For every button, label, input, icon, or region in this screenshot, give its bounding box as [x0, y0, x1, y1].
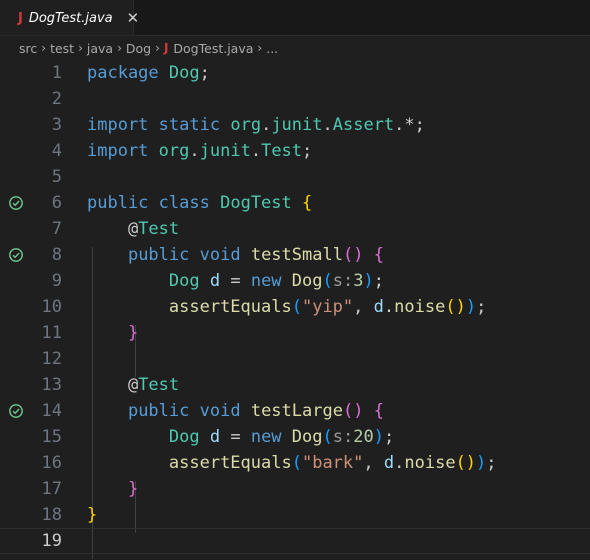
code-editor[interactable]: 1 package Dog; 2 3 import static org.junit.A… [0, 60, 590, 560]
code-text: } [127, 323, 139, 343]
line-number: 13 [41, 375, 62, 395]
code-text: import static org.junit.Assert.*; [87, 115, 425, 135]
line-number: 17 [41, 479, 62, 499]
code-line[interactable]: 2 [0, 86, 590, 112]
code-text: public void testSmall() { [127, 245, 384, 265]
chevron-right-icon: › [78, 41, 83, 55]
line-number: 5 [51, 167, 62, 187]
breadcrumb-item-test[interactable]: test [50, 41, 74, 56]
line-number: 15 [41, 427, 62, 447]
line-number: 9 [51, 271, 62, 291]
code-line[interactable]: 10 assertEquals("yip", d.noise()); [0, 294, 590, 320]
code-text: Dog d = new Dog(s:3); [168, 271, 384, 291]
code-text: assertEquals("yip", d.noise()); [168, 297, 487, 317]
line-number: 14 [41, 401, 62, 421]
code-line[interactable]: 15 Dog d = new Dog(s:20); [0, 424, 590, 450]
code-line[interactable]: 7 @Test [0, 216, 590, 242]
tab-label: DogTest.java [28, 10, 113, 26]
code-line[interactable]: 17 } [0, 476, 590, 502]
tab-bar: J DogTest.java ✕ [0, 0, 590, 36]
code-line[interactable]: 6 public class DogTest { [0, 190, 590, 216]
line-number: 12 [41, 349, 62, 369]
line-number: 6 [51, 193, 62, 213]
breadcrumb-item-src[interactable]: src [19, 41, 37, 56]
code-line[interactable]: 14 public void testLarge() { [0, 398, 590, 424]
chevron-right-icon: › [257, 41, 263, 55]
breadcrumb-item-file[interactable]: DogTest.java [173, 41, 253, 56]
code-text: @Test [87, 219, 180, 239]
breadcrumb-item-dog[interactable]: Dog [126, 41, 151, 56]
chevron-right-icon: › [41, 41, 47, 55]
code-text: import org.junit.Test; [87, 141, 313, 161]
code-line[interactable]: 8 public void testSmall() { [0, 242, 590, 268]
code-line[interactable]: 9 Dog d = new Dog(s:3); [0, 268, 590, 294]
code-line[interactable]: 3 import static org.junit.Assert.*; [0, 112, 590, 138]
check-circle-icon[interactable] [8, 403, 24, 419]
code-text: } [127, 479, 139, 499]
code-line[interactable]: 11 } [0, 320, 590, 346]
close-icon[interactable]: ✕ [127, 10, 140, 26]
line-number: 1 [51, 63, 62, 83]
line-number: 16 [41, 453, 62, 473]
line-number: 8 [51, 245, 62, 265]
code-line[interactable]: 5 [0, 164, 590, 190]
code-line[interactable]: 19 [0, 528, 590, 554]
check-circle-icon[interactable] [8, 247, 24, 263]
code-line[interactable]: 13 @Test [0, 372, 590, 398]
code-text: @Test [87, 375, 180, 395]
java-file-icon: J [18, 10, 23, 26]
line-number: 18 [41, 505, 62, 525]
line-number: 4 [51, 141, 62, 161]
code-text: assertEquals("bark", d.noise()); [168, 453, 497, 473]
breadcrumb-more[interactable]: ... [266, 41, 278, 56]
java-file-icon: J [163, 41, 169, 55]
code-line[interactable]: 18} [0, 502, 590, 528]
code-line[interactable]: 1 package Dog; [0, 60, 590, 86]
breadcrumb-item-java[interactable]: java [87, 41, 113, 56]
code-line[interactable]: 4 import org.junit.Test; [0, 138, 590, 164]
tab-dogtest-java[interactable]: J DogTest.java ✕ [0, 0, 139, 35]
code-text: } [87, 505, 98, 525]
code-text: Dog d = new Dog(s:20); [168, 427, 395, 447]
line-number: 10 [41, 297, 62, 317]
line-number: 2 [51, 89, 62, 109]
line-number: 3 [51, 115, 62, 135]
breadcrumb: src › test › java › Dog › J DogTest.java… [0, 36, 590, 60]
line-number: 11 [41, 323, 62, 343]
line-number: 19 [41, 531, 62, 551]
code-line[interactable]: 16 assertEquals("bark", d.noise()); [0, 450, 590, 476]
line-number: 7 [51, 219, 62, 239]
chevron-right-icon: › [155, 41, 160, 55]
code-text: public void testLarge() { [127, 401, 384, 421]
code-line[interactable]: 12 [0, 346, 590, 372]
check-circle-icon[interactable] [8, 195, 24, 211]
code-text: package Dog; [87, 63, 210, 83]
code-text: public class DogTest { [87, 193, 313, 213]
chevron-right-icon: › [117, 41, 122, 55]
